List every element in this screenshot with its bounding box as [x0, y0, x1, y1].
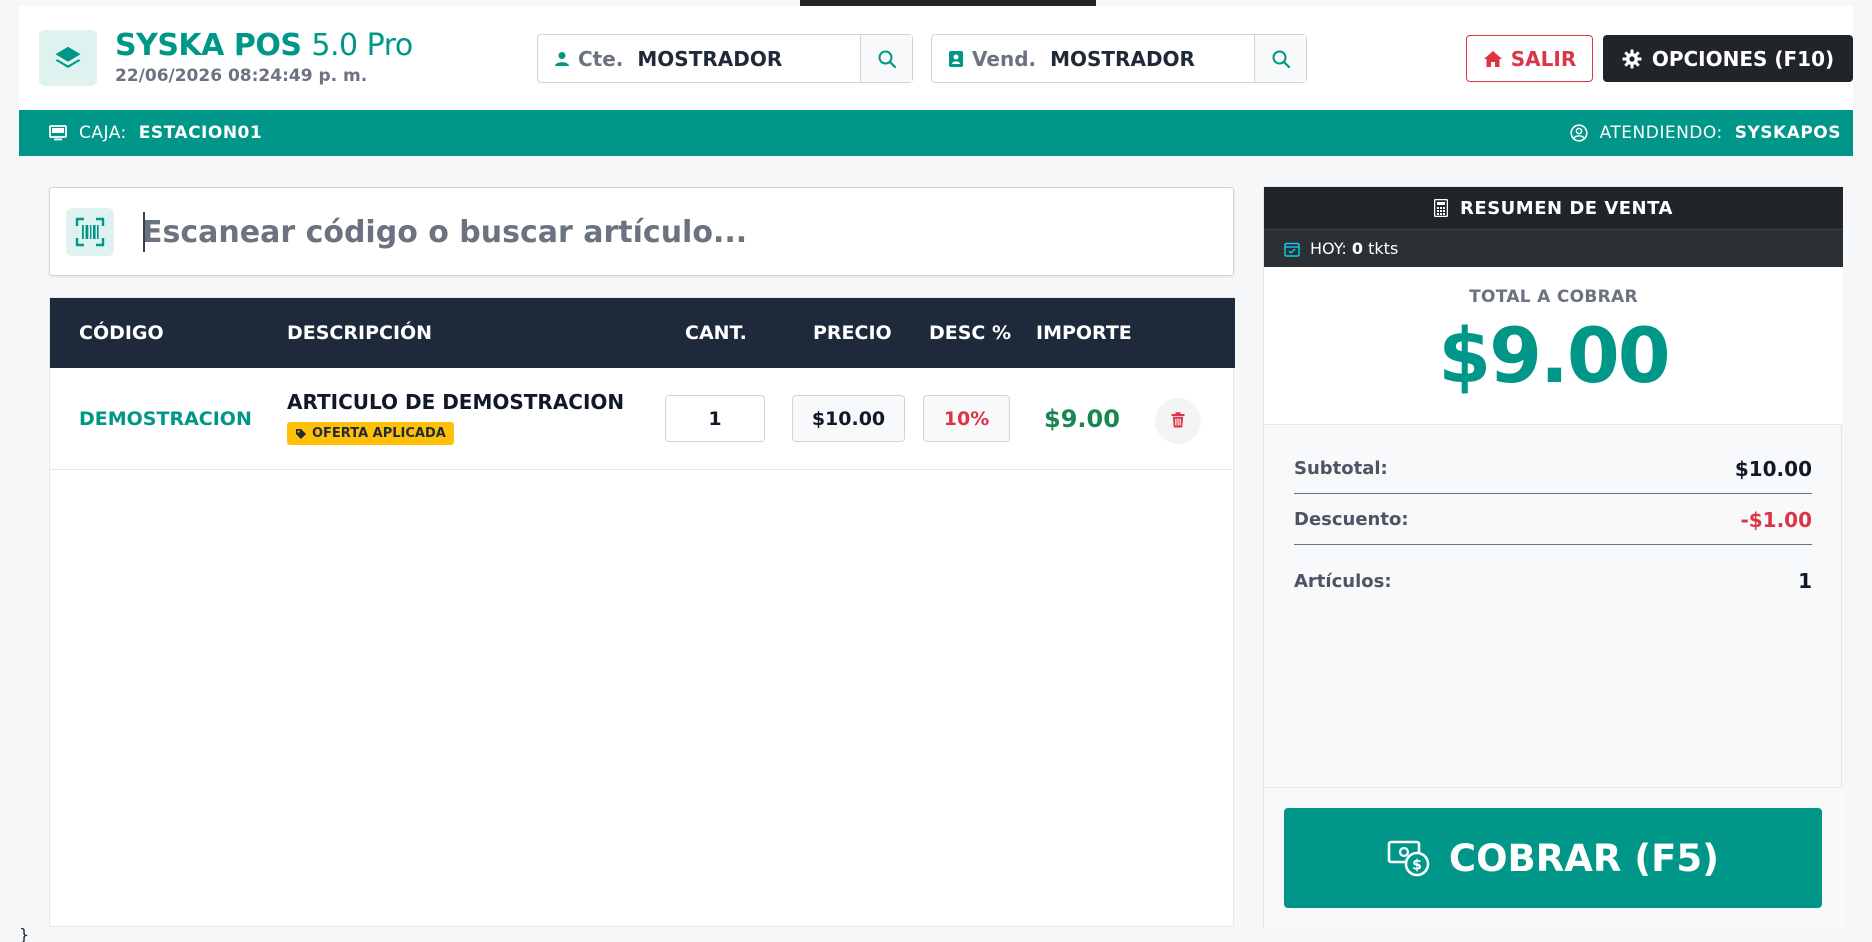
item-descripcion-cell: ARTICULO DE DEMOSTRACION OFERTA APLICADA — [287, 390, 624, 445]
vendedor-selector: Vend. MOSTRADOR — [931, 34, 1307, 83]
col-precio: PRECIO — [813, 322, 892, 344]
cobrar-button[interactable]: $ COBRAR (F5) — [1284, 808, 1822, 908]
hoy-unit: tkts — [1368, 239, 1399, 258]
hoy-label: HOY: — [1310, 239, 1347, 258]
barcode-scan-icon — [66, 208, 114, 256]
subtotal-label: Subtotal: — [1294, 458, 1388, 479]
cliente-selector: Cte. MOSTRADOR — [537, 34, 913, 83]
app-version: 5.0 Pro — [311, 28, 413, 63]
app-title: SYSKA POS 5.0 Pro — [115, 28, 413, 63]
text-caret — [143, 212, 145, 252]
item-precio-input[interactable]: $10.00 — [792, 395, 905, 442]
home-icon — [1483, 50, 1502, 67]
stray-brace-text: } — [19, 925, 30, 942]
tickets-today: HOY: 0 tkts — [1264, 229, 1843, 267]
descuento-value: -$1.00 — [1740, 507, 1812, 532]
descuento-label: Descuento: — [1294, 509, 1409, 530]
tag-icon — [296, 428, 306, 439]
hoy-count: 0 — [1351, 239, 1364, 258]
caja-info: CAJA: ESTACION01 — [49, 110, 262, 156]
item-cantidad-input[interactable]: 1 — [665, 395, 765, 442]
app-name: SYSKA POS — [115, 28, 302, 63]
search-icon — [1272, 50, 1290, 68]
subtotal-value: $10.00 — [1734, 456, 1812, 481]
cobrar-area: $ COBRAR (F5) — [1264, 787, 1843, 928]
search-icon — [878, 50, 896, 68]
caja-label: CAJA: — [79, 123, 127, 143]
opciones-label: OPCIONES (F10) — [1651, 46, 1835, 71]
layers-icon — [55, 46, 81, 68]
user-circle-icon — [1569, 124, 1588, 142]
vendedor-label: Vend. — [972, 46, 1037, 71]
col-desc: DESC % — [929, 322, 1012, 344]
summary-title: RESUMEN DE VENTA — [1460, 197, 1673, 219]
item-codigo: DEMOSTRACION — [79, 408, 252, 430]
summary-header: RESUMEN DE VENTA — [1264, 187, 1843, 229]
sale-summary-panel: RESUMEN DE VENTA HOY: 0 tkts TOTAL A COB… — [1263, 186, 1843, 928]
sale-items-table: CÓDIGO DESCRIPCIÓN CANT. PRECIO DESC % I… — [49, 297, 1235, 927]
opciones-button[interactable]: OPCIONES (F10) — [1603, 35, 1853, 82]
col-cant: CANT. — [685, 322, 747, 344]
vendedor-search-button[interactable] — [1254, 35, 1306, 82]
salir-label: SALIR — [1510, 46, 1577, 71]
cliente-label-wrap: Cte. — [538, 35, 623, 82]
subtotal-row: Subtotal: $10.00 — [1294, 444, 1812, 494]
descuento-row: Descuento: -$1.00 — [1294, 495, 1812, 545]
table-header: CÓDIGO DESCRIPCIÓN CANT. PRECIO DESC % I… — [50, 298, 1235, 368]
article-search-box — [49, 187, 1234, 276]
gear-icon — [1622, 49, 1642, 68]
cobrar-label: COBRAR (F5) — [1448, 836, 1720, 880]
item-importe: $9.00 — [1044, 405, 1120, 433]
atendiendo-info: ATENDIENDO: SYSKAPOS — [1569, 110, 1841, 156]
oferta-badge-label: OFERTA APLICADA — [312, 426, 446, 441]
app-header: SYSKA POS 5.0 Pro 22/06/2026 08:24:49 p.… — [19, 6, 1853, 110]
vendedor-value[interactable]: MOSTRADOR — [1036, 35, 1254, 82]
calendar-check-icon — [1284, 242, 1300, 257]
col-importe: IMPORTE — [1036, 322, 1132, 344]
total-box: TOTAL A COBRAR $9.00 — [1264, 267, 1843, 425]
calculator-icon — [1434, 199, 1449, 217]
atendiendo-value: SYSKAPOS — [1734, 123, 1841, 143]
atendiendo-label: ATENDIENDO: — [1599, 123, 1723, 143]
current-datetime: 22/06/2026 08:24:49 p. m. — [115, 66, 368, 86]
salir-button[interactable]: SALIR — [1466, 35, 1593, 82]
logo — [39, 30, 97, 86]
item-descripcion: ARTICULO DE DEMOSTRACION — [287, 390, 625, 414]
table-row[interactable]: DEMOSTRACION ARTICULO DE DEMOSTRACION OF… — [50, 368, 1235, 470]
svg-text:$: $ — [1412, 858, 1422, 874]
trash-icon — [1171, 412, 1185, 428]
user-icon — [555, 51, 569, 66]
total-value: $9.00 — [1438, 311, 1670, 400]
id-badge-icon — [949, 50, 963, 67]
article-search-input[interactable] — [142, 204, 1212, 260]
articulos-label: Artículos: — [1294, 570, 1392, 592]
cliente-search-button[interactable] — [860, 35, 912, 82]
articulos-value: 1 — [1798, 569, 1812, 593]
caja-value: ESTACION01 — [138, 123, 263, 143]
oferta-badge: OFERTA APLICADA — [287, 422, 454, 445]
monitor-icon — [49, 125, 67, 141]
cliente-label: Cte. — [578, 46, 624, 71]
status-bar: CAJA: ESTACION01 ATENDIENDO: SYSKAPOS — [19, 110, 1853, 156]
col-codigo: CÓDIGO — [79, 322, 164, 344]
cliente-value[interactable]: MOSTRADOR — [623, 35, 860, 82]
delete-item-button[interactable] — [1156, 398, 1200, 442]
articulos-row: Artículos: 1 — [1294, 556, 1812, 606]
item-descuento-input[interactable]: 10% — [923, 395, 1010, 442]
hoy-text: HOY: 0 tkts — [1310, 239, 1398, 258]
vendedor-label-wrap: Vend. — [932, 35, 1036, 82]
total-label: TOTAL A COBRAR — [1469, 287, 1638, 307]
money-bill-icon: $ — [1387, 840, 1430, 877]
col-descripcion: DESCRIPCIÓN — [287, 322, 433, 344]
